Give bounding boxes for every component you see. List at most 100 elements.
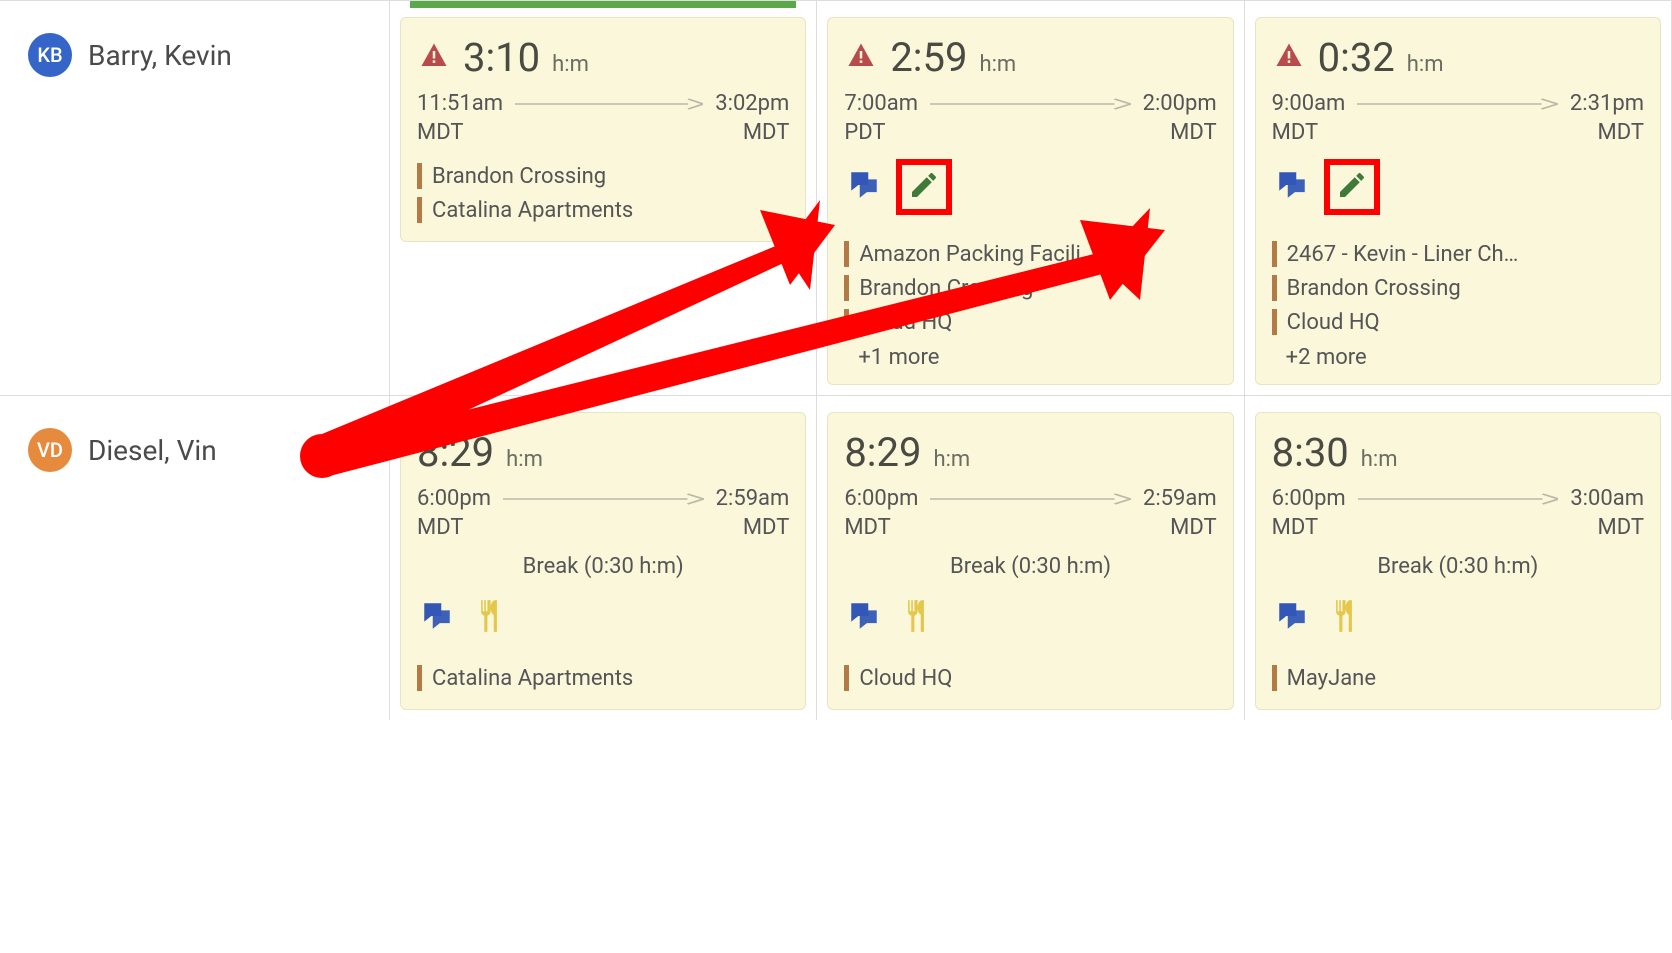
break-label: Break (0:30 h:m) — [844, 554, 1216, 579]
shift-duration: 2:59 — [890, 34, 967, 81]
location-text: Brandon Crossing — [859, 276, 1033, 301]
start-time: 11:51am — [417, 91, 503, 116]
progress-bar — [410, 1, 796, 8]
location-item: 2467 - Kevin - Liner Ch… — [1272, 237, 1644, 271]
start-tz: MDT — [417, 120, 463, 145]
schedule-cell: 8:30h:m6:00pm3:00amMDTMDTBreak (0:30 h:m… — [1245, 395, 1672, 720]
end-tz: MDT — [743, 120, 789, 145]
more-link[interactable]: +2 more — [1272, 339, 1644, 370]
more-link[interactable]: +1 more — [844, 339, 1216, 370]
time-arrow-icon — [515, 97, 703, 111]
start-tz: MDT — [1272, 515, 1318, 540]
warning-icon — [1272, 41, 1306, 71]
end-time: 2:59am — [1143, 486, 1217, 511]
shift-card[interactable]: 0:32h:m9:00am2:31pmMDTMDT2467 - Kevin - … — [1255, 17, 1661, 385]
break-label: Break (0:30 h:m) — [1272, 554, 1644, 579]
employee-cell[interactable]: VD Diesel, Vin — [0, 395, 390, 720]
start-time: 6:00pm — [1272, 486, 1346, 511]
location-text: Catalina Apartments — [432, 666, 633, 691]
location-text: 2467 - Kevin - Liner Ch… — [1287, 242, 1519, 267]
chat-icon[interactable] — [1272, 599, 1312, 637]
time-arrow-icon — [930, 492, 1131, 506]
shift-card[interactable]: 3:10 h:m 11:51am 3:02pm MDT MDT Brandon Crossi… — [400, 17, 806, 242]
location-bar-icon — [844, 309, 849, 335]
time-arrow-icon — [930, 97, 1131, 111]
location-item: Cloud HQ — [844, 305, 1216, 339]
hm-label: h:m — [1407, 52, 1444, 77]
hm-label: h:m — [506, 447, 543, 472]
time-arrow-icon — [503, 492, 704, 506]
location-text: MayJane — [1287, 666, 1376, 691]
icon-row — [844, 159, 1216, 215]
end-tz: MDT — [743, 515, 789, 540]
end-tz: MDT — [1170, 120, 1216, 145]
icon-row — [1272, 159, 1644, 215]
location-list: Brandon Crossing Catalina Apartments — [417, 159, 789, 227]
end-time: 2:31pm — [1570, 91, 1644, 116]
shift-duration: 8:30 — [1272, 429, 1349, 476]
warning-icon — [417, 41, 451, 71]
shift-card[interactable]: 8:29h:m6:00pm2:59amMDTMDTBreak (0:30 h:m… — [827, 412, 1233, 710]
employee-name: Diesel, Vin — [88, 428, 217, 467]
hm-label: h:m — [552, 52, 589, 77]
end-time: 2:59am — [716, 486, 790, 511]
meal-icon — [469, 597, 509, 639]
start-tz: PDT — [844, 120, 885, 145]
avatar: KB — [28, 33, 72, 77]
schedule-cell: 0:32h:m9:00am2:31pmMDTMDT2467 - Kevin - … — [1245, 0, 1672, 395]
location-bar-icon — [844, 275, 849, 301]
shift-card[interactable]: 2:59h:m7:00am2:00pmPDTMDTAmazon Packing … — [827, 17, 1233, 385]
location-item: Brandon Crossing — [844, 271, 1216, 305]
location-bar-icon — [417, 163, 422, 189]
pencil-icon[interactable] — [908, 169, 940, 205]
location-list: Cloud HQ — [844, 661, 1216, 695]
location-list: MayJane — [1272, 661, 1644, 695]
start-tz: MDT — [844, 515, 890, 540]
location-text: Cloud HQ — [1287, 310, 1380, 335]
icon-row — [1272, 597, 1644, 639]
shift-card[interactable]: 8:30h:m6:00pm3:00amMDTMDTBreak (0:30 h:m… — [1255, 412, 1661, 710]
schedule-cell: 3:10 h:m 11:51am 3:02pm MDT MDT Brandon Crossi… — [390, 0, 817, 395]
schedule-cell: 2:59h:m7:00am2:00pmPDTMDTAmazon Packing … — [817, 0, 1244, 395]
meal-icon — [896, 597, 936, 639]
icon-row — [417, 597, 789, 639]
chat-icon[interactable] — [844, 599, 884, 637]
location-text: Catalina Apartments — [432, 198, 633, 223]
location-list: 2467 - Kevin - Liner Ch… Brandon Crossing… — [1272, 237, 1644, 339]
meal-icon — [1324, 597, 1364, 639]
shift-duration: 8:29 — [844, 429, 921, 476]
location-bar-icon — [1272, 665, 1277, 691]
avatar: VD — [28, 428, 72, 472]
start-time: 7:00am — [844, 91, 918, 116]
shift-card[interactable]: 8:29h:m6:00pm2:59amMDTMDTBreak (0:30 h:m… — [400, 412, 806, 710]
location-item: Brandon Crossing — [417, 159, 789, 193]
location-text: Cloud HQ — [859, 310, 952, 335]
location-text: Brandon Crossing — [432, 164, 606, 189]
chat-icon[interactable] — [844, 168, 884, 206]
end-time: 3:02pm — [715, 91, 789, 116]
start-tz: MDT — [417, 515, 463, 540]
location-list: Amazon Packing Facili…Brandon CrossingCl… — [844, 237, 1216, 339]
shift-duration: 3:10 — [463, 34, 540, 81]
hm-label: h:m — [933, 447, 970, 472]
location-bar-icon — [844, 241, 849, 267]
warning-icon — [844, 41, 878, 71]
location-list: Catalina Apartments — [417, 661, 789, 695]
hm-label: h:m — [1361, 447, 1398, 472]
location-bar-icon — [844, 665, 849, 691]
location-item: Cloud HQ — [1272, 305, 1644, 339]
hm-label: h:m — [979, 52, 1016, 77]
chat-icon[interactable] — [417, 599, 457, 637]
employee-cell[interactable]: KBBarry, Kevin — [0, 0, 390, 395]
chat-icon[interactable] — [1272, 168, 1312, 206]
location-item: MayJane — [1272, 661, 1644, 695]
location-bar-icon — [417, 665, 422, 691]
location-text: Cloud HQ — [859, 666, 952, 691]
location-item: Cloud HQ — [844, 661, 1216, 695]
location-item: Brandon Crossing — [1272, 271, 1644, 305]
shift-duration: 0:32 — [1318, 34, 1395, 81]
location-bar-icon — [1272, 309, 1277, 335]
time-arrow-icon — [1358, 492, 1559, 506]
time-arrow-icon — [1357, 97, 1558, 111]
pencil-icon[interactable] — [1336, 169, 1368, 205]
